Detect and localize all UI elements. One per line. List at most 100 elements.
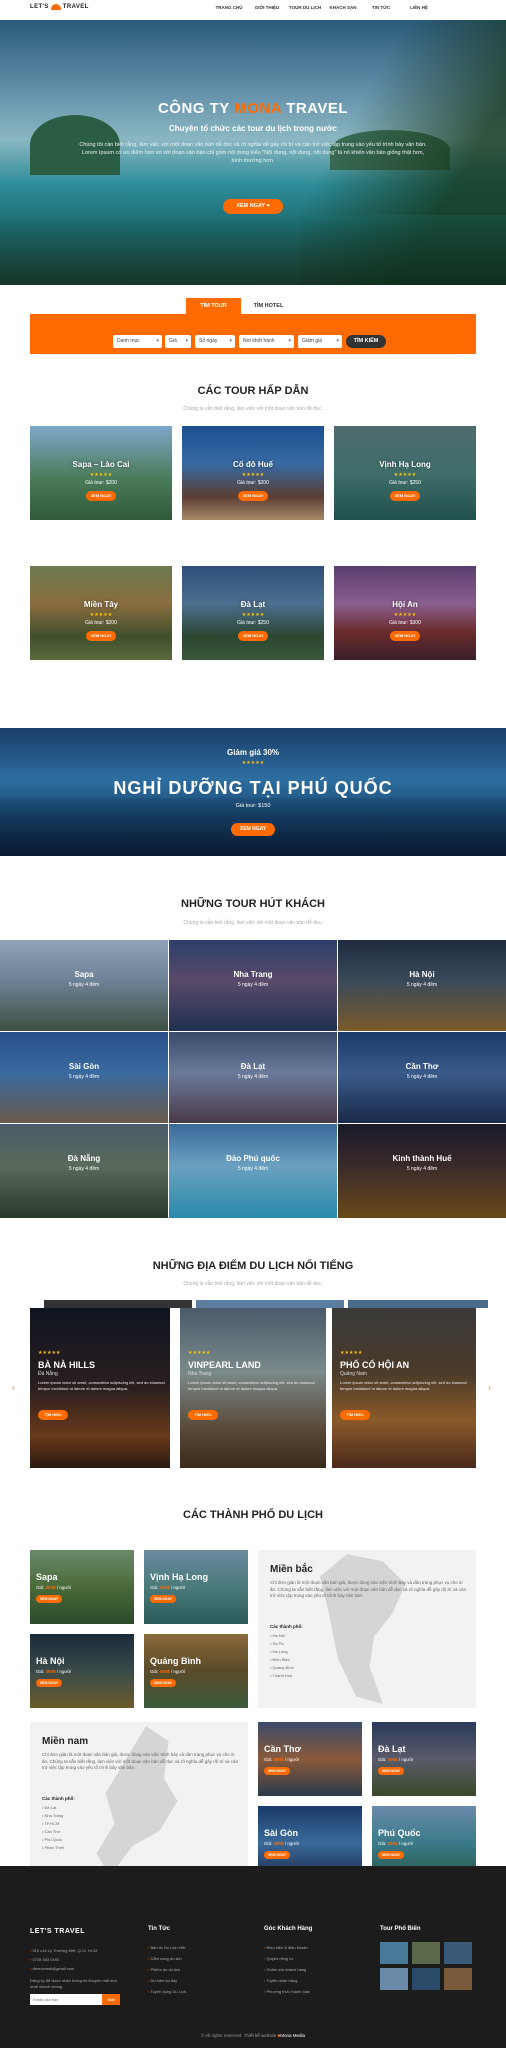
hot-tour-tile[interactable]: Đà Nẵng 5 ngày 4 đêm <box>0 1124 168 1218</box>
tab-find-hotel[interactable]: TÌM HOTEL <box>241 298 296 314</box>
city-card[interactable]: Quảng Bình Giá: 300$ / người XEM NGAY <box>144 1634 248 1708</box>
view-button[interactable]: XEM NGAY <box>264 1851 290 1859</box>
learn-more-button[interactable]: TÌM HIỂU <box>38 1410 68 1420</box>
region-city[interactable]: Nha Trang <box>42 1812 64 1820</box>
tour-duration: 5 ngày 4 đêm <box>237 982 269 988</box>
gallery-thumbnail[interactable] <box>444 1942 472 1964</box>
footer-link[interactable]: Du hiện tại đây <box>148 1975 186 1986</box>
nav-item-hotels[interactable]: KHÁCH SẠN <box>324 5 362 10</box>
hot-tour-tile[interactable]: Đảo Phú quốc 5 ngày 4 đêm <box>169 1124 337 1218</box>
region-city[interactable]: TP.HCM <box>42 1820 64 1828</box>
city-card[interactable]: Sapa Giá: 300$ / người XEM NGAY <box>30 1550 134 1624</box>
city-card[interactable]: Cần Thơ Giá: 300$ / người XEM NGAY <box>258 1722 362 1796</box>
view-button[interactable]: XEM NGAY <box>378 1851 404 1859</box>
view-button[interactable]: XEM NGAY <box>36 1679 62 1687</box>
region-city[interactable]: Cần Thơ <box>42 1828 64 1836</box>
hot-tour-tile[interactable]: Kinh thành Huế 5 ngày 4 đêm <box>338 1124 506 1218</box>
hero-title: CÔNG TY MONA TRAVEL <box>157 100 349 117</box>
region-city[interactable]: Phan Thiết <box>42 1844 64 1852</box>
city-card[interactable]: Vịnh Hạ Long Giá: 300$ / người XEM NGAY <box>144 1550 248 1624</box>
gallery-thumbnail[interactable] <box>380 1968 408 1990</box>
view-button[interactable]: XEM NGAY <box>390 491 420 501</box>
footer-link[interactable]: Bản tin Du Lịch Việt <box>148 1942 186 1953</box>
tour-card[interactable]: Miền Tây ★★★★★ Giá tour: $200 XEM NGAY <box>30 566 172 660</box>
hot-tour-tile[interactable]: Sapa 5 ngày 4 đêm <box>0 940 168 1031</box>
gallery-thumbnail[interactable] <box>380 1942 408 1964</box>
footer-link[interactable]: Tuyến dụng Du Lịch <box>148 1986 186 1997</box>
nav-item-tours[interactable]: TOUR DU LỊCH <box>286 5 324 10</box>
hot-tour-tile[interactable]: Cần Thơ 5 ngày 4 đêm <box>338 1032 506 1123</box>
view-button[interactable]: XEM NGAY <box>86 491 116 501</box>
footer-link[interactable]: Cẩm nang du lịch <box>148 1953 186 1964</box>
departure-select[interactable]: Nơi khởi hành <box>239 335 294 348</box>
view-button[interactable]: XEM NGAY <box>36 1595 62 1603</box>
hero-view-button[interactable]: XEM NGAY ⌖ <box>223 199 283 214</box>
destination-card[interactable]: ★★★★★ BÀ NÀ HILLS Đà Nẵng Lorem ipsum do… <box>30 1308 170 1468</box>
price-select[interactable]: Giá <box>165 335 191 348</box>
view-button[interactable]: XEM NGAY <box>150 1595 176 1603</box>
hot-tour-tile[interactable]: Sài Gòn 5 ngày 4 đêm <box>0 1032 168 1123</box>
nav-item-home[interactable]: TRANG CHỦ <box>210 5 248 10</box>
search-button[interactable]: TÌM KIẾM <box>346 335 386 348</box>
tour-card[interactable]: Vịnh Hạ Long ★★★★★ Giá tour: $250 XEM NG… <box>334 426 476 520</box>
region-city[interactable]: Điện Biên <box>270 1656 294 1664</box>
search-bar <box>30 314 476 354</box>
tour-card[interactable]: Hội An ★★★★★ Giá tour: $300 XEM NGAY <box>334 566 476 660</box>
newsletter-email-input[interactable] <box>30 1994 102 2005</box>
brand-link[interactable]: Mona Media <box>280 2033 305 2038</box>
region-city[interactable]: Đà Lạt <box>42 1804 64 1812</box>
tour-price: Giá tour: $200 <box>237 480 269 486</box>
view-button[interactable]: XEM NGAY <box>86 631 116 641</box>
tab-find-tour[interactable]: TÌM TOUR <box>186 298 241 314</box>
nav-item-contact[interactable]: LIÊN HỆ <box>400 5 438 10</box>
view-button[interactable]: XEM NGAY <box>378 1767 404 1775</box>
view-button[interactable]: XEM NGAY <box>264 1767 290 1775</box>
footer-link[interactable]: Quyền riêng tư <box>264 1953 310 1964</box>
gallery-thumbnail[interactable] <box>444 1968 472 1990</box>
discount-select[interactable]: Giảm giá <box>298 335 342 348</box>
region-city[interactable]: Quảng Bình <box>270 1664 294 1672</box>
region-city[interactable]: Phú Quốc <box>42 1836 64 1844</box>
footer-logo[interactable]: LET'S TRAVEL <box>30 1928 85 1935</box>
promo-view-button[interactable]: XEM NGAY <box>231 823 275 836</box>
city-card[interactable]: Hà Nội Giá: 300$ / người XEM NGAY <box>30 1634 134 1708</box>
learn-more-button[interactable]: TÌM HIỂU <box>340 1410 370 1420</box>
gallery-thumbnail[interactable] <box>412 1968 440 1990</box>
footer-link[interactable]: Chăm sóc khách hàng <box>264 1964 310 1975</box>
region-city[interactable]: Thanh Hóa <box>270 1672 294 1680</box>
site-logo[interactable]: LET'S TRAVEL <box>30 4 89 10</box>
hot-tour-tile[interactable]: Hà Nội 5 ngày 4 đêm <box>338 940 506 1031</box>
nav-item-about[interactable]: GIỚI THIỆU <box>248 5 286 10</box>
learn-more-button[interactable]: TÌM HIỂU <box>188 1410 218 1420</box>
view-button[interactable]: XEM NGAY <box>390 631 420 641</box>
category-select[interactable]: Danh mục <box>113 335 162 348</box>
city-card[interactable]: Đà Lạt Giá: 300$ / người XEM NGAY <box>372 1722 476 1796</box>
region-city[interactable]: Sa Pa <box>270 1640 294 1648</box>
tour-card[interactable]: Đà Lạt ★★★★★ Giá tour: $250 XEM NGAY <box>182 566 324 660</box>
destination-card[interactable]: ★★★★★ VINPEARL LAND Nha Trang Lorem ipsu… <box>180 1308 326 1468</box>
region-city[interactable]: Hạ Long <box>270 1648 294 1656</box>
tour-card[interactable]: Cố đô Huế ★★★★★ Giá tour: $200 XEM NGAY <box>182 426 324 520</box>
chevron-left-icon[interactable]: ‹ <box>12 1383 15 1392</box>
view-button[interactable]: XEM NGAY <box>150 1679 176 1687</box>
card-decor <box>196 1300 344 1308</box>
nav-item-news[interactable]: TIN TỨC <box>362 5 400 10</box>
hot-tour-tile[interactable]: Nha Trang 5 ngày 4 đêm <box>169 940 337 1031</box>
gallery-thumbnail[interactable] <box>412 1942 440 1964</box>
tour-card[interactable]: Sapa – Lào Cai ★★★★★ Giá tour: $200 XEM … <box>30 426 172 520</box>
footer-link[interactable]: Phương thức thanh toán <box>264 1986 310 1997</box>
phone-text: 0728 553 0193 <box>30 1955 150 1964</box>
footer-link[interactable]: Điều kiện & điều khoản <box>264 1942 310 1953</box>
footer-link[interactable]: Tuyển nhân hàng <box>264 1975 310 1986</box>
days-select[interactable]: Số ngày <box>195 335 235 348</box>
newsletter-send-button[interactable]: Gửi <box>102 1994 120 2005</box>
region-city[interactable]: Hà Nội <box>270 1632 294 1640</box>
chevron-right-icon[interactable]: › <box>488 1383 491 1392</box>
hot-tour-tile[interactable]: Đà Lạt 5 ngày 4 đêm <box>169 1032 337 1123</box>
destination-card[interactable]: ★★★★★ PHỐ CỔ HỘI AN Quảng Nam Lorem ipsu… <box>332 1308 476 1468</box>
rating-stars: ★★★★★ <box>393 472 417 478</box>
footer-link[interactable]: Phiêm du du lịch <box>148 1964 186 1975</box>
rating-stars: ★★★★★ <box>89 472 113 478</box>
view-button[interactable]: XEM NGAY <box>238 631 268 641</box>
view-button[interactable]: XEM NGAY <box>238 491 268 501</box>
